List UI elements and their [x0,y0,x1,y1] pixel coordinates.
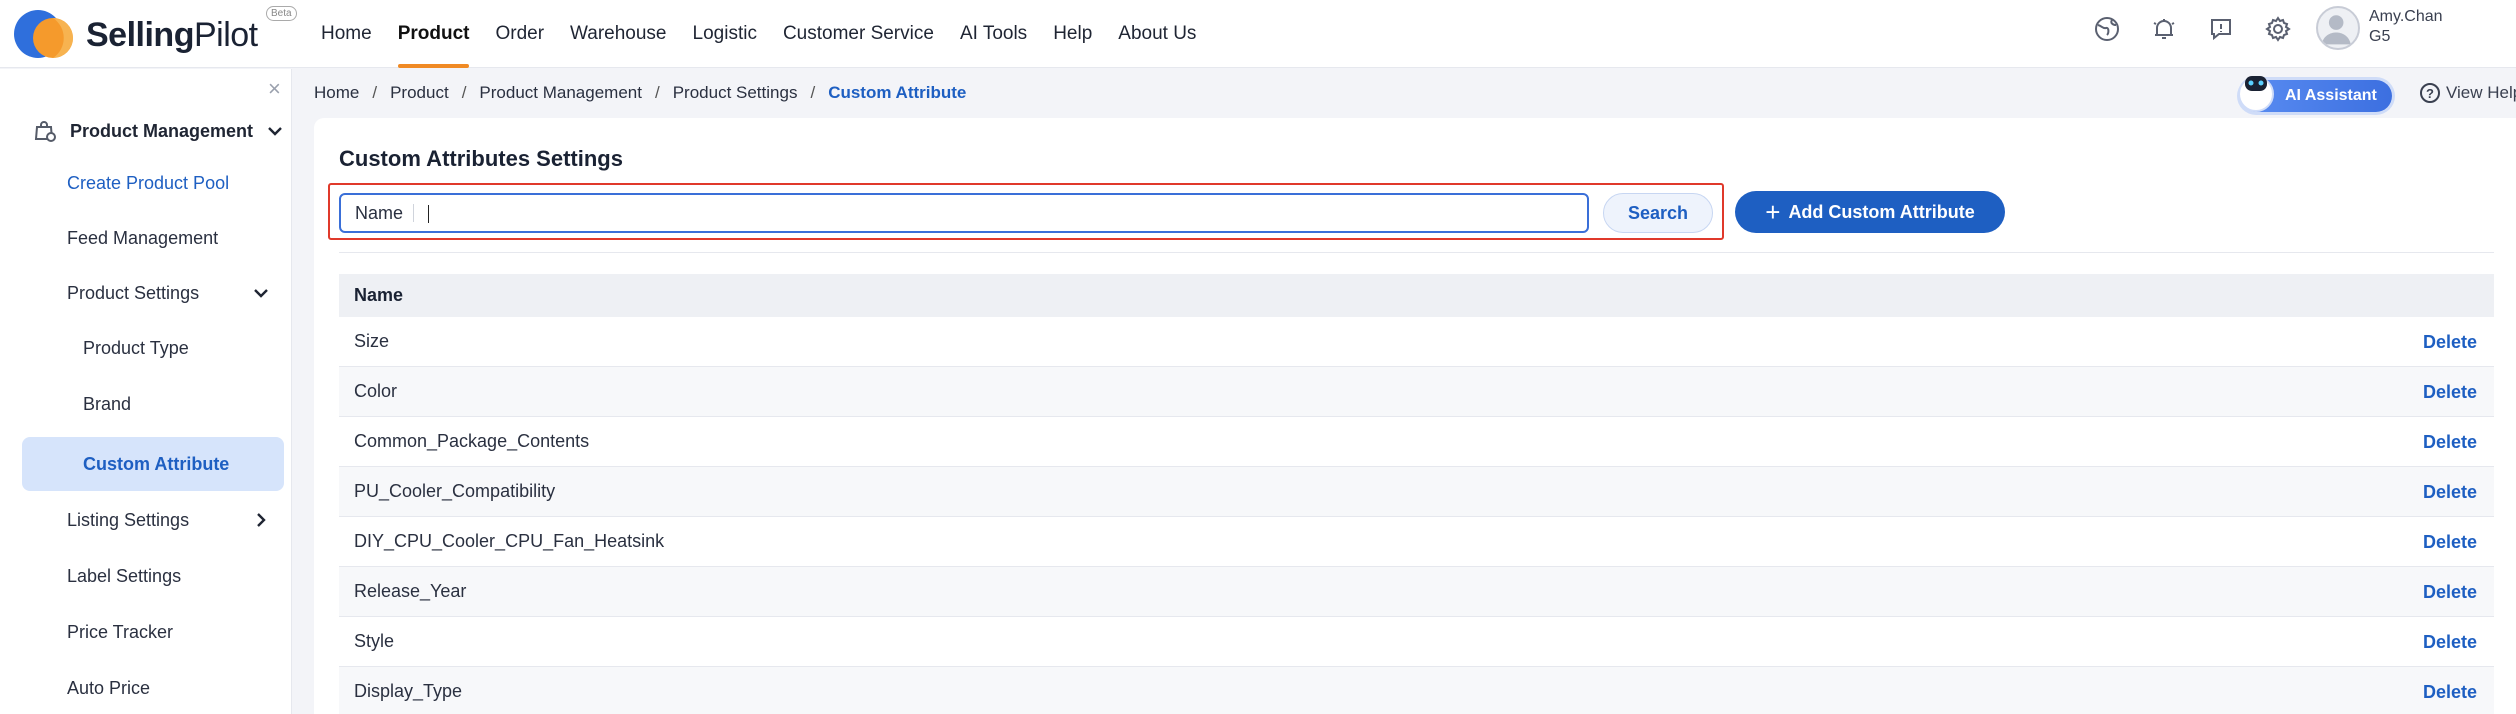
breadcrumb-current: Custom Attribute [828,83,967,102]
delete-button[interactable]: Delete [2423,317,2477,367]
search-input[interactable] [414,196,1587,230]
sidebar-group-label: Product Management [70,120,254,141]
table-row: Common_Package_Contents Delete [339,417,2494,467]
main-content: Custom Attributes Settings Name Search +… [314,118,2516,714]
attribute-name: Size [354,331,390,351]
brand-name: SellingPilot [86,16,258,54]
delete-button[interactable]: Delete [2423,617,2477,667]
attribute-name: Common_Package_Contents [354,431,590,451]
chevron-right-icon [257,513,266,527]
sidebar-item-label-settings[interactable]: Label Settings [22,549,284,603]
nav-product[interactable]: Product [385,0,483,68]
add-custom-attribute-label: Add Custom Attribute [1788,201,1975,222]
table-row: Size Delete [339,317,2494,367]
table-row: Color Delete [339,367,2494,417]
user-role: G5 [2369,28,2391,45]
attribute-name: Color [354,381,398,401]
sidebar-item-create-product-pool[interactable]: Create Product Pool [22,156,284,210]
search-field[interactable]: Name [339,193,1589,233]
table-row: Release_Year Delete [339,567,2494,617]
attribute-name: Release_Year [354,581,467,601]
sidebar-item-feed-management[interactable]: Feed Management [22,211,284,265]
search-field-label: Name [341,204,415,222]
breadcrumb-product[interactable]: Product [390,83,449,103]
table-row: Style Delete [339,617,2494,667]
sidebar-item-listing-settings[interactable]: Listing Settings [22,493,284,547]
sidebar-item-auto-price[interactable]: Auto Price [22,661,284,714]
product-management-icon [34,121,56,142]
help-icon: ? [2420,83,2440,103]
close-icon[interactable]: × [268,78,281,100]
page-title: Custom Attributes Settings [339,146,623,171]
nav-home[interactable]: Home [308,0,385,68]
breadcrumb-separator: / [372,83,378,102]
sidebar-group-product-management[interactable]: Product Management [32,109,284,153]
gear-icon[interactable] [2261,12,2295,46]
avatar [2316,6,2360,50]
text-caret [428,205,429,223]
breadcrumb-separator: / [654,83,660,102]
nav-logistic[interactable]: Logistic [680,0,770,68]
robot-icon [2238,76,2274,112]
delete-button[interactable]: Delete [2423,667,2477,714]
attribute-name: Style [354,631,395,651]
delete-button[interactable]: Delete [2423,467,2477,517]
delete-button[interactable]: Delete [2423,517,2477,567]
table-row: Display_Type Delete [339,667,2494,714]
delete-button[interactable]: Delete [2423,367,2477,417]
bell-icon[interactable] [2147,12,2181,46]
delete-button[interactable]: Delete [2423,417,2477,467]
chevron-down-icon [268,127,282,136]
chat-icon[interactable] [2204,12,2238,46]
sidebar-item-product-type[interactable]: Product Type [22,321,284,375]
breadcrumb-separator: / [810,83,816,102]
top-bar: SellingPilot Beta Home Product Order War… [0,0,2516,68]
sidebar-item-product-settings[interactable]: Product Settings [22,266,284,320]
logo-mark-icon [14,10,73,58]
plus-icon: + [1765,197,1781,227]
breadcrumb: Home / Product / Product Management / Pr… [314,83,966,103]
nav-about-us[interactable]: About Us [1105,0,1209,68]
attribute-name: PU_Cooler_Compatibility [354,481,556,501]
delete-button[interactable]: Delete [2423,567,2477,617]
breadcrumb-product-settings[interactable]: Product Settings [673,83,798,103]
nav-warehouse[interactable]: Warehouse [557,0,679,68]
table-header: Name [339,274,2494,317]
nav-help[interactable]: Help [1040,0,1105,68]
view-help-link[interactable]: ? View Help [2420,83,2516,103]
user-name: Amy.Chan [2369,8,2443,25]
add-custom-attribute-button[interactable]: + Add Custom Attribute [1735,191,2005,233]
breadcrumb-product-management[interactable]: Product Management [479,83,642,103]
brand-logo[interactable]: SellingPilot Beta [10,2,297,64]
sidebar-item-custom-attribute[interactable]: Custom Attribute [22,437,284,491]
breadcrumb-home[interactable]: Home [314,83,359,103]
nav-order[interactable]: Order [482,0,557,68]
main-nav: Home Product Order Warehouse Logistic Cu… [308,0,1209,68]
sidebar: × Product Management Create Product Pool… [0,69,292,714]
attribute-name: Display_Type [354,681,463,701]
sidebar-item-price-tracker[interactable]: Price Tracker [22,605,284,659]
sidebar-item-brand[interactable]: Brand [22,377,284,431]
ai-assistant-label: AI Assistant [2285,87,2377,104]
breadcrumb-separator: / [461,83,467,102]
globe-icon[interactable] [2090,12,2124,46]
attribute-name: DIY_CPU_Cooler_CPU_Fan_Heatsink [354,531,665,551]
nav-customer-service[interactable]: Customer Service [770,0,947,68]
beta-badge: Beta [266,6,297,21]
table-row: PU_Cooler_Compatibility Delete [339,467,2494,517]
nav-ai-tools[interactable]: AI Tools [947,0,1040,68]
ai-assistant-button[interactable]: AI Assistant [2238,76,2392,112]
table-row: DIY_CPU_Cooler_CPU_Fan_Heatsink Delete [339,517,2494,567]
custom-attributes-table: Name Size Delete Color Delete Common_Pac… [339,274,2494,714]
view-help-label: View Help [2446,83,2516,102]
chevron-down-icon [254,289,268,298]
column-header-name: Name [354,285,404,305]
divider [339,252,2494,253]
search-button[interactable]: Search [1603,193,1713,233]
